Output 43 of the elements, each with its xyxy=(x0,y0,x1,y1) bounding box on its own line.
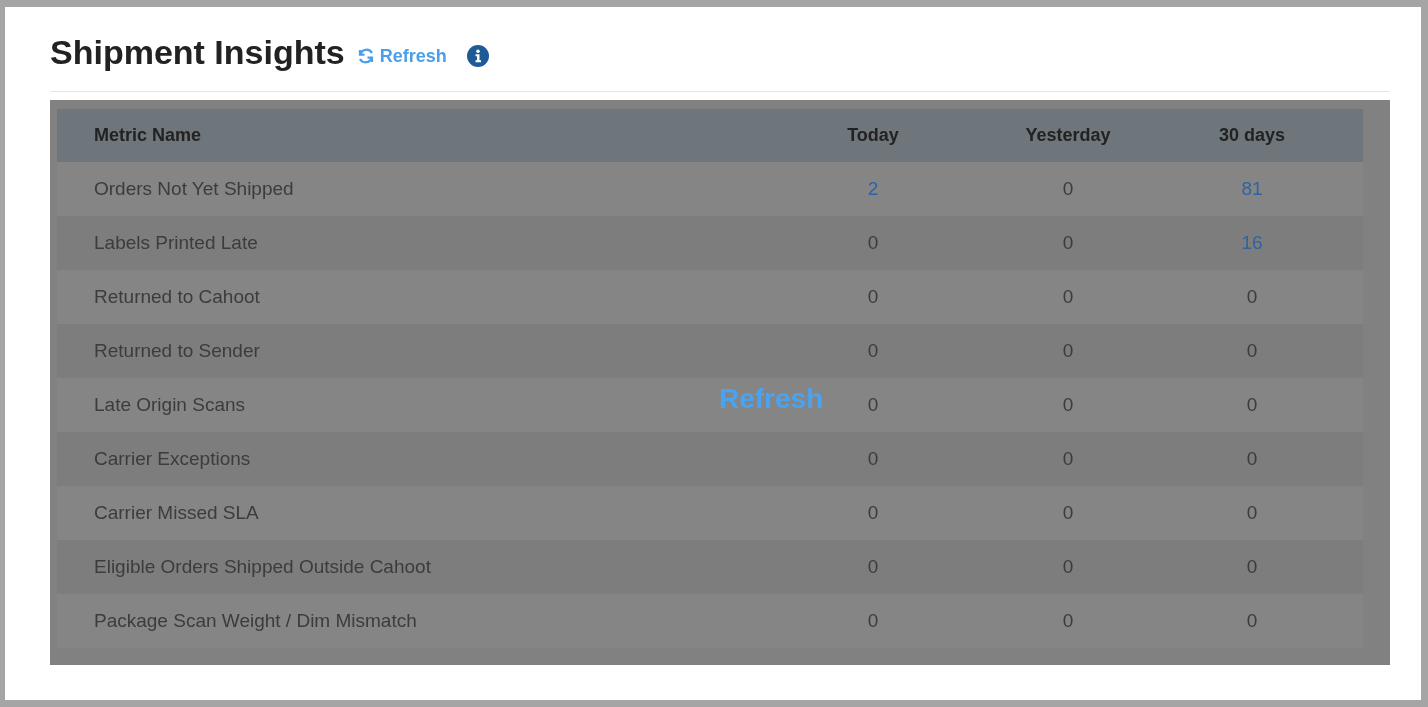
value-cell: 0 xyxy=(1168,432,1363,486)
value-link[interactable]: 16 xyxy=(1168,216,1363,270)
value-cell: 0 xyxy=(778,432,968,486)
value-cell: 0 xyxy=(968,216,1168,270)
value-link[interactable]: 81 xyxy=(1168,162,1363,216)
value-cell: 0 xyxy=(778,594,968,648)
metric-cell: Eligible Orders Shipped Outside Cahoot xyxy=(57,540,778,594)
metric-cell: Carrier Missed SLA xyxy=(57,486,778,540)
value-cell: 0 xyxy=(968,162,1168,216)
value-cell: 0 xyxy=(1168,378,1363,432)
metric-cell: Returned to Cahoot xyxy=(57,270,778,324)
page-title: Shipment Insights xyxy=(50,32,345,72)
metric-cell: Orders Not Yet Shipped xyxy=(57,162,778,216)
value-cell: 0 xyxy=(778,216,968,270)
info-icon[interactable] xyxy=(466,45,489,67)
loading-overlay-text: Refresh xyxy=(719,383,824,415)
column-header: Yesterday xyxy=(968,109,1168,162)
value-cell: 0 xyxy=(1168,594,1363,648)
value-cell: 0 xyxy=(968,378,1168,432)
metric-cell: Labels Printed Late xyxy=(57,216,778,270)
metric-cell: Carrier Exceptions xyxy=(57,432,778,486)
value-cell: 0 xyxy=(1168,540,1363,594)
value-cell: 0 xyxy=(778,540,968,594)
column-header: Metric Name xyxy=(57,109,778,162)
value-link[interactable]: 2 xyxy=(778,162,968,216)
value-cell: 0 xyxy=(968,486,1168,540)
value-cell: 0 xyxy=(778,270,968,324)
column-header: Today xyxy=(778,109,968,162)
refresh-icon xyxy=(356,47,375,65)
value-cell: 0 xyxy=(778,486,968,540)
refresh-link[interactable]: Refresh xyxy=(356,45,447,67)
value-cell: 0 xyxy=(1168,270,1363,324)
value-cell: 0 xyxy=(968,432,1168,486)
value-cell: 0 xyxy=(968,270,1168,324)
value-cell: 0 xyxy=(968,324,1168,378)
column-header: 30 days xyxy=(1168,109,1363,162)
value-cell: 0 xyxy=(968,540,1168,594)
value-cell: 0 xyxy=(1168,324,1363,378)
value-cell: 0 xyxy=(968,594,1168,648)
value-cell: 0 xyxy=(1168,486,1363,540)
value-cell: 0 xyxy=(778,324,968,378)
metric-cell: Package Scan Weight / Dim Mismatch xyxy=(57,594,778,648)
metric-cell: Returned to Sender xyxy=(57,324,778,378)
